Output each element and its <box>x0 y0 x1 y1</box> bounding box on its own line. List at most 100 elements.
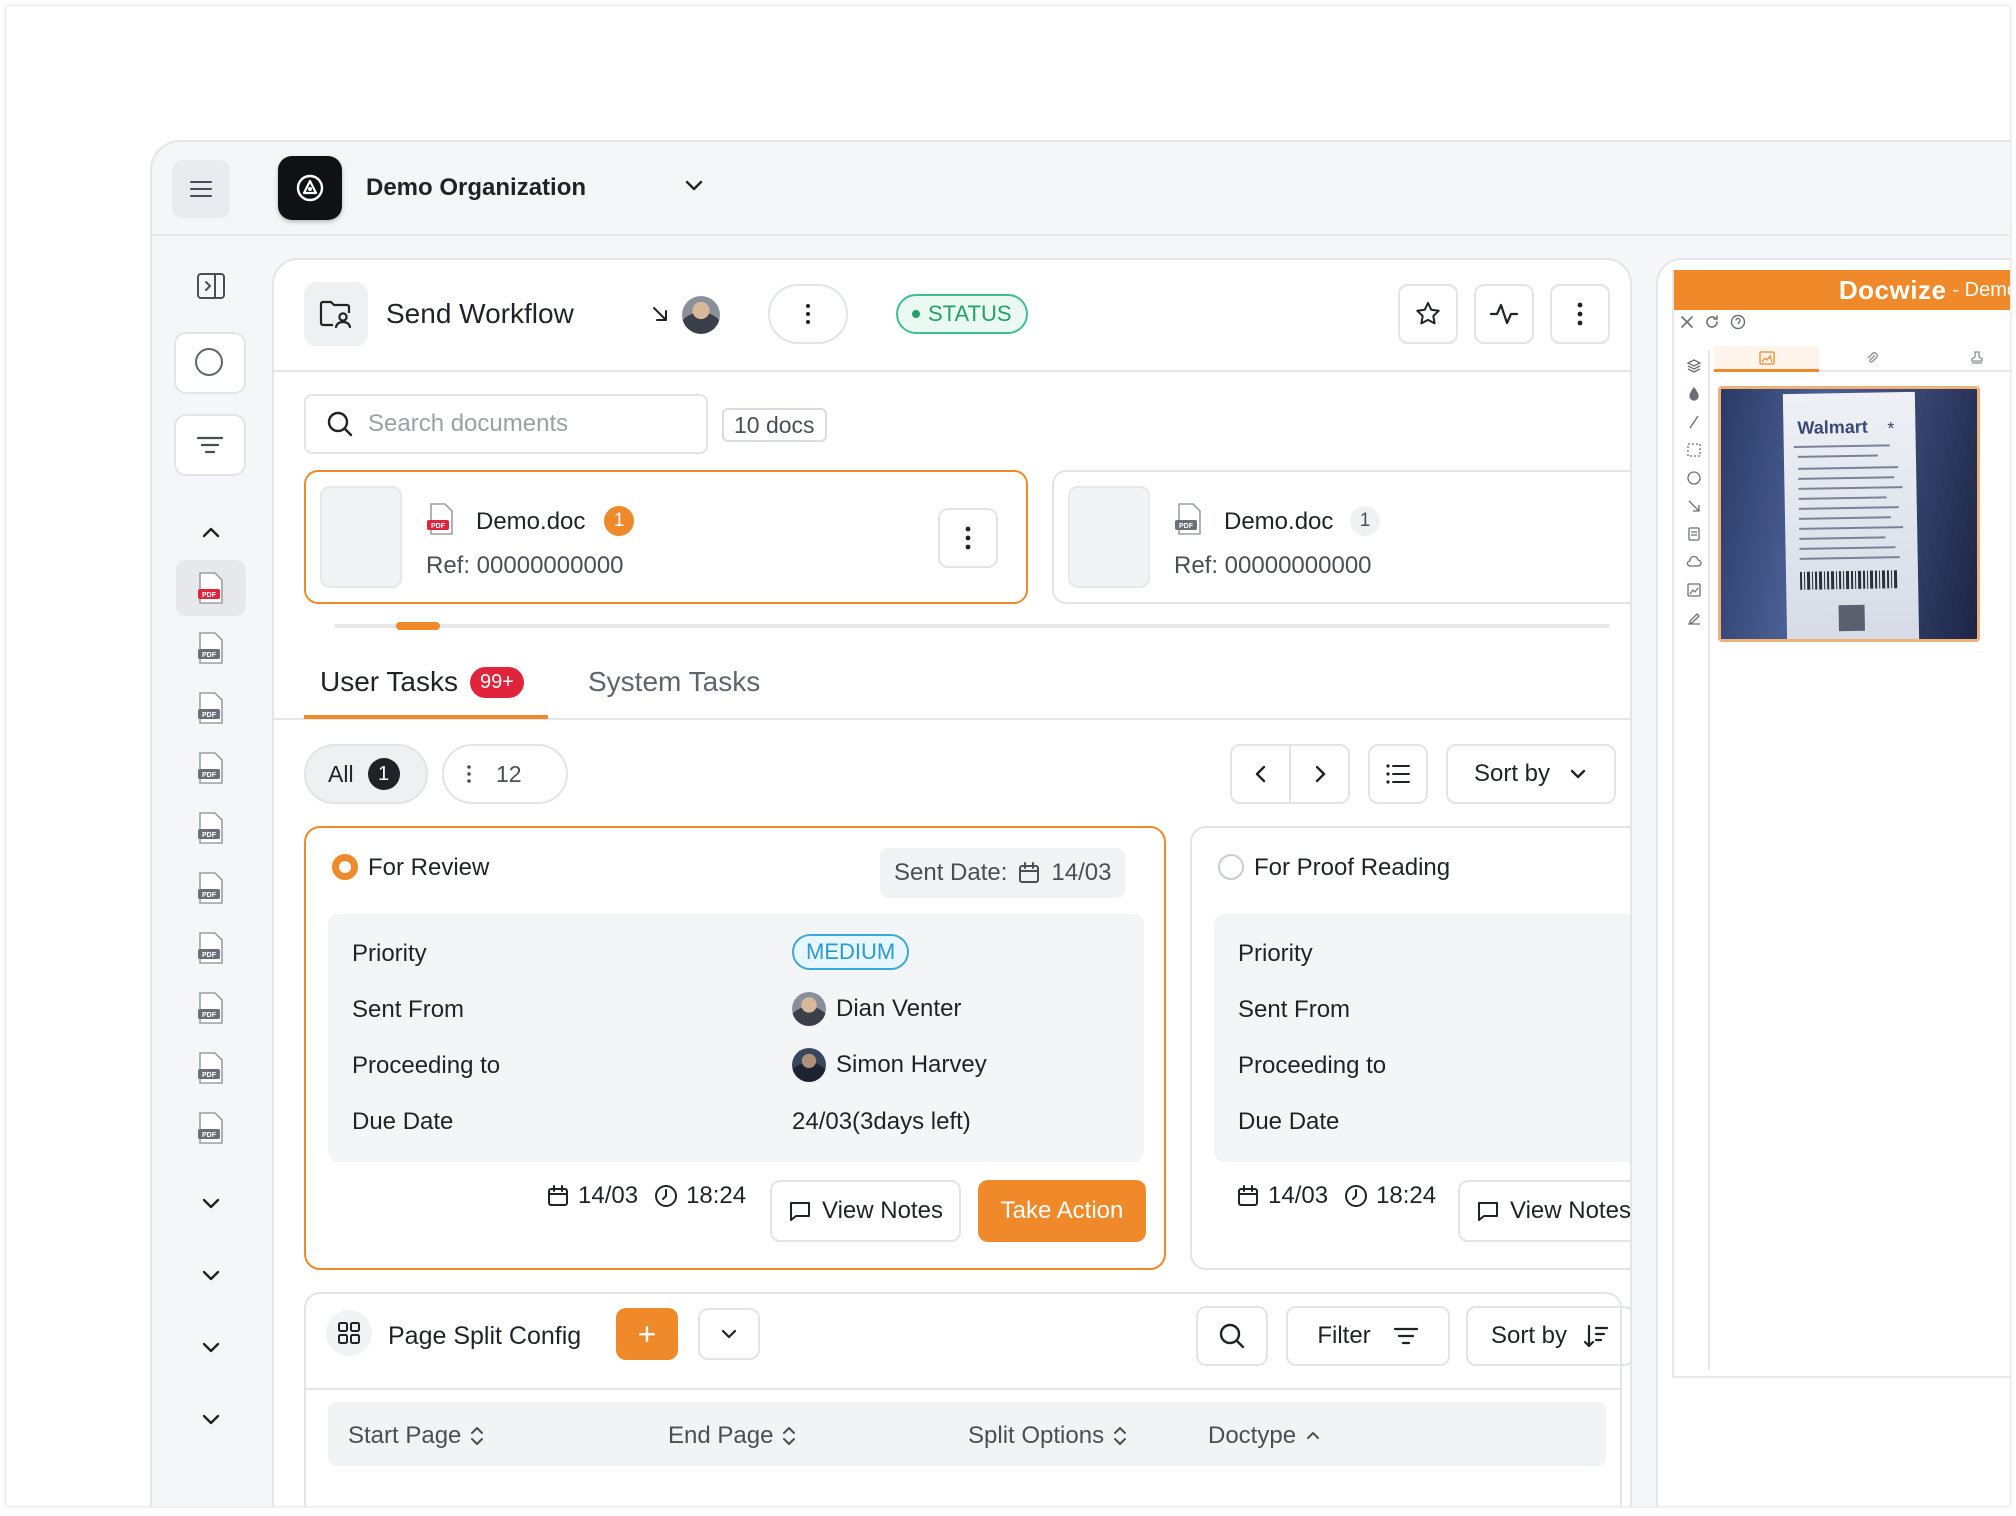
pdf-file-icon: PDF <box>198 1052 223 1084</box>
activity-button[interactable] <box>1474 284 1534 344</box>
arrow-down-right-icon[interactable] <box>650 304 670 324</box>
document-menu-button[interactable] <box>938 508 998 568</box>
refresh-icon[interactable] <box>1704 314 1720 330</box>
arrow-icon[interactable] <box>1686 498 1702 514</box>
tab-system-tasks[interactable]: System Tasks <box>588 666 760 698</box>
document-search[interactable] <box>304 394 708 454</box>
workflow-menu-button[interactable] <box>1550 284 1610 344</box>
tab-image[interactable] <box>1714 346 1820 372</box>
task-sort-button[interactable]: Sort by <box>1446 744 1616 804</box>
next-page-button[interactable] <box>1291 746 1348 802</box>
more-vertical-icon <box>965 526 971 550</box>
task-select-radio[interactable] <box>1218 854 1244 880</box>
select-rect-icon[interactable] <box>1686 442 1702 458</box>
rail-doc-9[interactable]: PDF <box>176 1040 246 1096</box>
documents-scroll-track[interactable] <box>334 624 1610 628</box>
document-card-1[interactable]: PDF Demo.doc 1 Ref: 00000000000 <box>304 470 1028 604</box>
rail-expand-2-button[interactable] <box>176 1248 246 1304</box>
search-icon <box>1219 1323 1245 1349</box>
rail-doc-5[interactable]: PDF <box>176 800 246 856</box>
column-header-doctype[interactable]: Doctype <box>1208 1422 1322 1450</box>
document-page-thumbnail[interactable]: Walmart * <box>1718 386 1980 642</box>
take-action-button[interactable]: Take Action <box>978 1180 1146 1242</box>
rail-expand-4-button[interactable] <box>176 1392 246 1448</box>
document-card-2[interactable]: PDF Demo.doc 1 Ref: 00000000000 <box>1052 470 1630 604</box>
filter-label: Filter <box>1317 1322 1371 1349</box>
rail-doc-8[interactable]: PDF <box>176 980 246 1036</box>
add-split-button[interactable]: + <box>616 1308 678 1360</box>
document-name: Demo.doc <box>1224 508 1334 535</box>
view-notes-button[interactable]: View Notes <box>1458 1180 1630 1242</box>
close-icon[interactable] <box>1680 315 1694 329</box>
split-dropdown-button[interactable] <box>698 1308 760 1360</box>
org-name[interactable]: Demo Organization <box>366 174 586 202</box>
rail-scroll-up-button[interactable] <box>176 504 246 560</box>
rail-expand-3-button[interactable] <box>176 1320 246 1376</box>
split-sort-button[interactable]: Sort by <box>1466 1306 1630 1366</box>
rail-doc-7[interactable]: PDF <box>176 920 246 976</box>
workflow-more-pill[interactable] <box>768 284 848 344</box>
chevron-down-icon <box>202 1270 220 1281</box>
workflow-title: Send Workflow <box>386 298 574 329</box>
pdf-file-icon: PDF <box>198 992 223 1024</box>
chevron-up-icon <box>202 527 220 538</box>
column-header-start-page[interactable]: Start Page <box>348 1422 485 1450</box>
documents-scroll-thumb[interactable] <box>395 622 440 630</box>
task-select-radio[interactable] <box>332 854 358 880</box>
rail-doc-1[interactable]: PDF <box>176 560 246 616</box>
tab-user-tasks[interactable]: User Tasks 99+ <box>320 666 524 698</box>
org-logo <box>278 156 342 220</box>
rail-doc-10[interactable]: PDF <box>176 1100 246 1156</box>
active-tab-indicator <box>304 715 548 719</box>
org-switcher-chevron-icon[interactable] <box>680 172 708 200</box>
column-header-split-options[interactable]: Split Options <box>968 1422 1128 1450</box>
document-search-input[interactable] <box>368 410 688 438</box>
pen-line-icon[interactable] <box>1686 414 1702 430</box>
rail-doc-4[interactable]: PDF <box>176 740 246 796</box>
tab-attachments[interactable] <box>1819 346 1925 372</box>
layers-icon[interactable] <box>1686 358 1702 374</box>
hamburger-menu-button[interactable] <box>172 160 230 218</box>
rail-doc-2[interactable]: PDF <box>176 620 246 676</box>
due-date-label: Due Date <box>1238 1108 1340 1135</box>
cloud-icon[interactable] <box>1686 554 1702 570</box>
rail-doc-3[interactable]: PDF <box>176 680 246 736</box>
favorite-button[interactable] <box>1398 284 1458 344</box>
tab-stamp[interactable] <box>1924 346 2010 372</box>
split-filter-button[interactable]: Filter <box>1286 1306 1450 1366</box>
status-dot-icon <box>912 310 920 318</box>
view-notes-button[interactable]: View Notes <box>770 1180 961 1242</box>
priority-label: Priority <box>352 940 427 967</box>
sent-date-value: 14/03 <box>1051 859 1112 886</box>
document-thumbnail <box>320 486 402 588</box>
task-card-for-review[interactable]: For Review Sent Date: 14/03 Priority MED… <box>304 826 1166 1270</box>
filter-more-pill[interactable]: 12 <box>442 744 568 804</box>
rail-expand-1-button[interactable] <box>176 1176 246 1232</box>
split-search-button[interactable] <box>1196 1306 1268 1366</box>
circle-icon[interactable] <box>1686 470 1702 486</box>
note-icon[interactable] <box>1686 526 1702 542</box>
assignee-avatar[interactable] <box>682 296 720 334</box>
screenshot-frame: Demo Organization PDF PDF PDF PDF PDF PD… <box>6 6 2010 1506</box>
help-icon[interactable] <box>1730 314 1746 330</box>
workflow-header: Send Workflow STATUS <box>274 260 1630 372</box>
table-header-row: Start Page End Page Split Options Doctyp… <box>328 1402 1606 1466</box>
image-stamp-icon[interactable] <box>1686 582 1702 598</box>
column-header-end-page[interactable]: End Page <box>668 1422 797 1450</box>
activity-pulse-icon <box>1489 303 1519 325</box>
task-card-for-proof-reading[interactable]: For Proof Reading Priority Sent From Pro… <box>1190 826 1630 1270</box>
rail-search-button[interactable] <box>174 332 246 394</box>
svg-text:PDF: PDF <box>431 523 446 530</box>
fill-icon[interactable] <box>1686 386 1702 402</box>
prev-page-button[interactable] <box>1232 746 1291 802</box>
svg-text:PDF: PDF <box>202 652 217 659</box>
chevron-down-icon <box>202 1198 220 1209</box>
rail-doc-6[interactable]: PDF <box>176 860 246 916</box>
rail-filter-button[interactable] <box>174 414 246 476</box>
document-count-badge: 1 <box>604 506 634 536</box>
list-view-button[interactable] <box>1368 744 1428 804</box>
signature-icon[interactable] <box>1686 610 1702 626</box>
hamburger-icon <box>190 181 212 197</box>
filter-all-pill[interactable]: All 1 <box>304 744 428 804</box>
collapse-panel-button[interactable] <box>176 258 246 314</box>
